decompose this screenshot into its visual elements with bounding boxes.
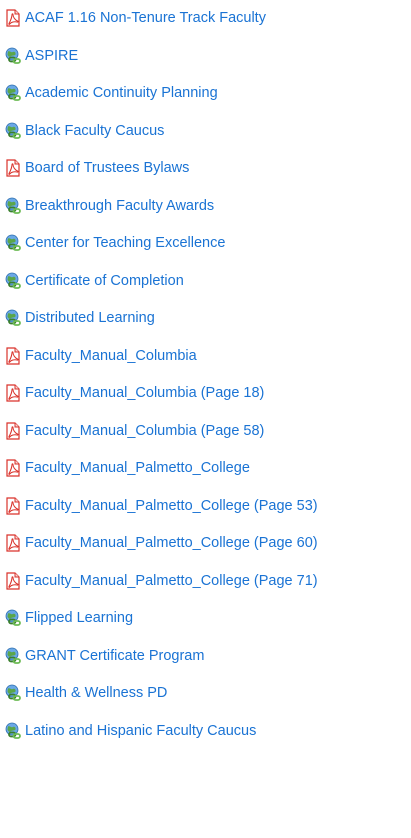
resource-link-label[interactable]: Faculty_Manual_Palmetto_College	[25, 459, 250, 477]
resource-link-label[interactable]: Faculty_Manual_Columbia (Page 58)	[25, 422, 264, 440]
resource-link-label[interactable]: ASPIRE	[25, 47, 78, 65]
resource-link[interactable]: Health & Wellness PD	[4, 680, 167, 706]
resource-link-label[interactable]: Faculty_Manual_Columbia (Page 18)	[25, 384, 264, 402]
resource-link[interactable]: Faculty_Manual_Palmetto_College (Page 60…	[4, 530, 318, 556]
web-link-icon	[4, 234, 22, 252]
resource-link[interactable]: Board of Trustees Bylaws	[4, 155, 189, 181]
web-link-icon	[4, 684, 22, 702]
resource-link[interactable]: GRANT Certificate Program	[4, 643, 204, 669]
resource-link-label[interactable]: GRANT Certificate Program	[25, 647, 204, 665]
resource-link-label[interactable]: Faculty_Manual_Columbia	[25, 347, 197, 365]
pdf-icon	[4, 496, 22, 515]
web-link-icon	[4, 47, 22, 65]
resource-link[interactable]: Certificate of Completion	[4, 268, 184, 294]
pdf-icon	[4, 459, 22, 477]
resource-link[interactable]: Breakthrough Faculty Awards	[4, 193, 214, 219]
pdf-icon	[4, 571, 22, 590]
resource-link[interactable]: Faculty_Manual_Columbia (Page 18)	[4, 380, 264, 406]
web-link-icon	[4, 309, 22, 327]
web-link-icon	[4, 647, 22, 665]
web-link-icon	[4, 197, 22, 215]
resource-link[interactable]: Faculty_Manual_Palmetto_College (Page 71…	[4, 568, 318, 594]
pdf-icon	[4, 421, 22, 440]
resource-link-label[interactable]: Faculty_Manual_Palmetto_College (Page 71…	[25, 572, 318, 590]
web-link-icon	[4, 84, 22, 102]
resource-link-label[interactable]: Academic Continuity Planning	[25, 84, 218, 102]
resource-link[interactable]: Center for Teaching Excellence	[4, 230, 225, 256]
resource-link-label[interactable]: Faculty_Manual_Palmetto_College (Page 53…	[25, 497, 318, 515]
resource-link[interactable]: Distributed Learning	[4, 305, 155, 331]
pdf-icon	[4, 534, 22, 552]
resource-link-label[interactable]: Flipped Learning	[25, 609, 133, 627]
resource-link-label[interactable]: ACAF 1.16 Non-Tenure Track Faculty	[25, 9, 266, 27]
resource-link[interactable]: Flipped Learning	[4, 605, 133, 631]
resource-link-label[interactable]: Board of Trustees Bylaws	[25, 159, 189, 177]
resource-link-label[interactable]: Health & Wellness PD	[25, 684, 167, 702]
pdf-icon	[4, 159, 22, 177]
resource-link[interactable]: Academic Continuity Planning	[4, 80, 218, 106]
resource-link-label[interactable]: Center for Teaching Excellence	[25, 234, 225, 252]
resource-link[interactable]: Faculty_Manual_Palmetto_College	[4, 455, 250, 481]
web-link-icon	[4, 722, 22, 740]
resource-link-label[interactable]: Distributed Learning	[25, 309, 155, 327]
web-link-icon	[4, 609, 22, 627]
resource-link[interactable]: Latino and Hispanic Faculty Caucus	[4, 718, 256, 744]
resource-link[interactable]: Faculty_Manual_Columbia	[4, 343, 197, 369]
web-link-icon	[4, 122, 22, 140]
resource-link-label[interactable]: Latino and Hispanic Faculty Caucus	[25, 722, 256, 740]
resource-link-label[interactable]: Breakthrough Faculty Awards	[25, 197, 214, 215]
web-link-icon	[4, 272, 22, 290]
resource-link[interactable]: Black Faculty Caucus	[4, 118, 164, 144]
resource-link-label[interactable]: Faculty_Manual_Palmetto_College (Page 60…	[25, 534, 318, 552]
pdf-icon	[4, 9, 22, 27]
resource-link-label[interactable]: Certificate of Completion	[25, 272, 184, 290]
resource-link[interactable]: Faculty_Manual_Palmetto_College (Page 53…	[4, 493, 318, 519]
resource-link[interactable]: ASPIRE	[4, 43, 78, 69]
pdf-icon	[4, 384, 22, 402]
resource-link[interactable]: ACAF 1.16 Non-Tenure Track Faculty	[4, 5, 266, 31]
resource-link-label[interactable]: Black Faculty Caucus	[25, 122, 164, 140]
resource-link[interactable]: Faculty_Manual_Columbia (Page 58)	[4, 418, 264, 444]
pdf-icon	[4, 346, 22, 365]
